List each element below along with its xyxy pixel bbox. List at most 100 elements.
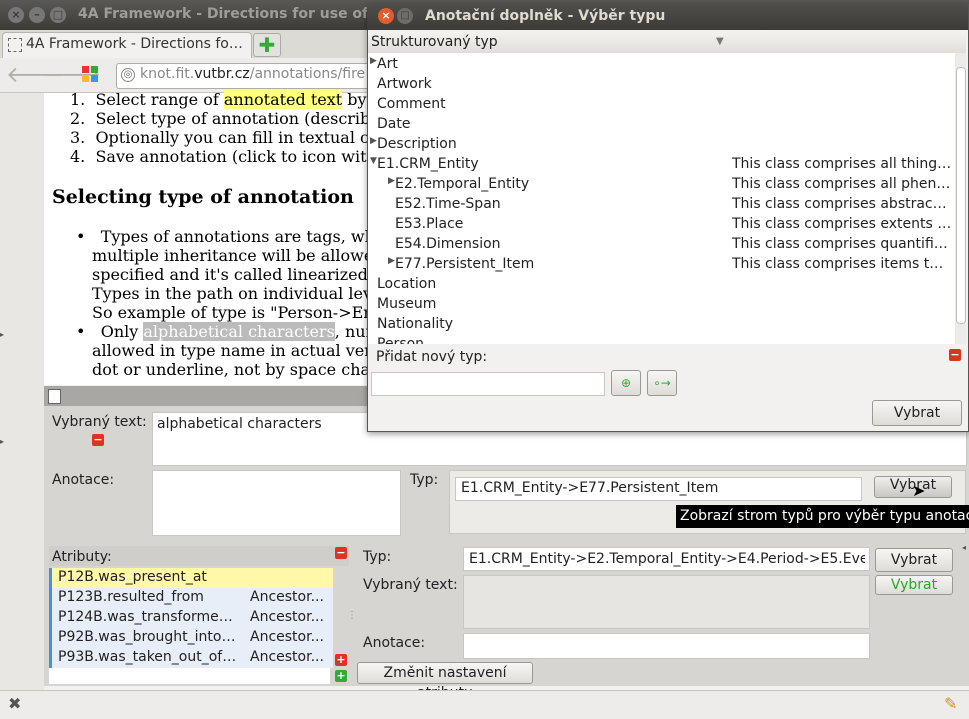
attribute-row[interactable]: P93B.was_taken_out_of_... Ancestor...: [49, 648, 333, 668]
tree-item[interactable]: Museum: [368, 294, 955, 314]
tree-item-description: This class comprises all pheno...: [732, 176, 952, 192]
minimize-icon[interactable]: –: [29, 7, 45, 23]
bullet-1-line: So example of type is "Person->Emp: [92, 303, 389, 322]
tree-item-label: E77.Persistent_Item: [395, 256, 535, 272]
attr-choose-type-button[interactable]: Vybrat: [875, 548, 953, 572]
attr-type-label: Typ:: [363, 549, 392, 565]
attribute-row[interactable]: P123B.resulted_from Ancestor...: [49, 588, 333, 608]
steps-list: 1. Select range of annotated text by mo …: [70, 90, 396, 166]
tree-item-description: This class comprises quantifia...: [732, 236, 952, 252]
tree-item-label: Nationality: [377, 316, 454, 332]
bullet-1: • Types of annotations are tags, which: [76, 227, 400, 246]
browser-window-title: 4A Framework - Directions for use of Ann: [78, 6, 404, 22]
tree-item-description: This class comprises all things ...: [732, 156, 952, 172]
expander-expanded-icon[interactable]: ▼: [370, 156, 377, 166]
step-2: 2. Select type of annotation (described: [70, 109, 390, 128]
bullet-list: • Types of annotations are tags, which m…: [76, 227, 399, 379]
tree-item[interactable]: Comment: [368, 94, 955, 114]
tree-item[interactable]: E54.Dimension This class comprises quanti…: [368, 234, 955, 254]
attribute-row[interactable]: P12B.was_present_at: [49, 568, 333, 588]
tree-item-label: E52.Time-Span: [395, 196, 501, 212]
tree-item[interactable]: ▶ E77.Persistent_Item This class comprises…: [368, 254, 955, 274]
dialog-maximize-icon[interactable]: □: [397, 8, 413, 24]
tab-title: 4A Framework - Directions for use of Ann: [26, 36, 246, 52]
add-sibling-icon[interactable]: ∘→: [647, 370, 677, 396]
remove-icon[interactable]: −: [92, 434, 104, 446]
bullet-2-line: dot or underline, not by space chara: [92, 360, 388, 379]
chevron-down-icon[interactable]: ▼: [716, 36, 724, 47]
annotation-label: Anotace:: [52, 472, 115, 488]
pencil-icon[interactable]: ✎: [944, 694, 957, 713]
tree-item-label: E2.Temporal_Entity: [395, 176, 530, 192]
tree-item-label: Comment: [377, 96, 446, 112]
step-3: 3. Optionally you can fill in textual co…: [70, 128, 389, 147]
dialog-remove-icon[interactable]: −: [949, 349, 961, 361]
document-icon[interactable]: [48, 389, 61, 404]
scrollbar-thumb[interactable]: [956, 67, 966, 324]
tree-item[interactable]: E53.Place This class comprises extents in…: [368, 214, 955, 234]
apps-icon[interactable]: [82, 66, 100, 84]
tree-item-label: E54.Dimension: [395, 236, 501, 252]
new-type-input[interactable]: [371, 372, 605, 396]
tree-item[interactable]: ▼ E1.CRM_Entity This class comprises all t…: [368, 154, 955, 174]
close-icon[interactable]: ×: [8, 7, 24, 23]
bullet-1-line: specified and it's called linearized n: [92, 265, 384, 284]
section-heading: Selecting type of annotation: [52, 186, 354, 208]
tree-item-label: Date: [377, 116, 411, 132]
attr-annotation-label: Anotace:: [363, 635, 426, 651]
tree-item-label: Person: [377, 336, 425, 344]
attr-choose-text-button[interactable]: Vybrat: [875, 575, 953, 595]
new-tab-icon[interactable]: ✚: [253, 33, 281, 57]
tree-item-label: Location: [377, 276, 437, 292]
add-subtype-icon[interactable]: ⊕: [611, 370, 641, 396]
attributes-label: Atributy:: [52, 549, 112, 565]
tree-item-description: This class comprises items tha...: [732, 256, 952, 272]
side-arrow-icon[interactable]: ◂: [962, 543, 966, 552]
tree-scrollbar[interactable]: [955, 53, 966, 344]
expander-collapsed-icon[interactable]: ▶: [388, 256, 395, 266]
tree-item[interactable]: Artwork: [368, 74, 955, 94]
maximize-icon[interactable]: □: [50, 7, 66, 23]
expander-collapsed-icon[interactable]: ▶: [370, 56, 377, 66]
dialog-choose-button[interactable]: Vybrat: [872, 400, 962, 426]
add-attribute-icon[interactable]: +: [335, 670, 347, 682]
type-tree: ▶ Art Artwork Comment Date ▶ Description ▼ E1.CR…: [368, 53, 955, 344]
url-text: knot.fit.vutbr.cz/annotations/fire: [140, 66, 366, 82]
attr-selected-text-field[interactable]: [463, 575, 870, 629]
tree-item-label: Museum: [377, 296, 437, 312]
attribute-row[interactable]: P92B.was_brought_into_... Ancestor...: [49, 628, 333, 648]
tree-item[interactable]: E52.Time-Span This class comprises abstra…: [368, 194, 955, 214]
status-bar: [0, 690, 969, 719]
splitter-handle[interactable]: ⋮: [347, 610, 357, 621]
dialog-close-icon[interactable]: ×: [378, 8, 394, 24]
attributes-list: P12B.was_present_at P123B.resulted_from A…: [49, 568, 333, 684]
tree-item[interactable]: ▶ Description: [368, 134, 955, 154]
bullet-2-line: allowed in type name in actual versi: [92, 341, 386, 360]
tree-item[interactable]: Date: [368, 114, 955, 134]
expander-collapsed-icon[interactable]: ▶: [370, 136, 377, 146]
tooltip: Zobrazí strom typů pro výběr typu anotac…: [676, 505, 969, 528]
bullet-1-line: Types in the path on individual level: [92, 284, 387, 303]
bullet-1-line: multiple inheritance will be allowed: [92, 246, 384, 265]
step-1: 1. Select range of annotated text by mo: [70, 90, 396, 109]
bullet-2: • Only alphabetical characters, numb: [76, 322, 391, 341]
expander-collapsed-icon[interactable]: ▶: [388, 176, 395, 186]
tree-item[interactable]: Person: [368, 334, 955, 344]
tree-item[interactable]: Location: [368, 274, 955, 294]
remove-icon[interactable]: +: [335, 654, 347, 666]
side-arrow-icon[interactable]: ▸: [0, 330, 4, 339]
side-arrow-icon[interactable]: ▸: [0, 437, 4, 446]
tree-item-label: Description: [377, 136, 457, 152]
tree-item[interactable]: ▶ Art: [368, 54, 955, 74]
remove-attribute-icon[interactable]: −: [335, 547, 347, 559]
close-icon[interactable]: ✖: [8, 694, 21, 713]
attr-annotation-field[interactable]: [463, 633, 870, 659]
tree-item[interactable]: ▶ E2.Temporal_Entity This class comprises …: [368, 174, 955, 194]
tree-item-description: This class comprises extents in...: [732, 216, 952, 232]
type-label: Typ:: [410, 472, 439, 488]
selected-text-label: Vybraný text:: [52, 414, 147, 430]
annotation-field[interactable]: [152, 470, 401, 536]
tree-item[interactable]: Nationality: [368, 314, 955, 334]
change-attribute-settings-button[interactable]: Změnit nastavení atributu: [357, 662, 533, 701]
attribute-row[interactable]: P124B.was_transformed_... Ancestor...: [49, 608, 333, 628]
